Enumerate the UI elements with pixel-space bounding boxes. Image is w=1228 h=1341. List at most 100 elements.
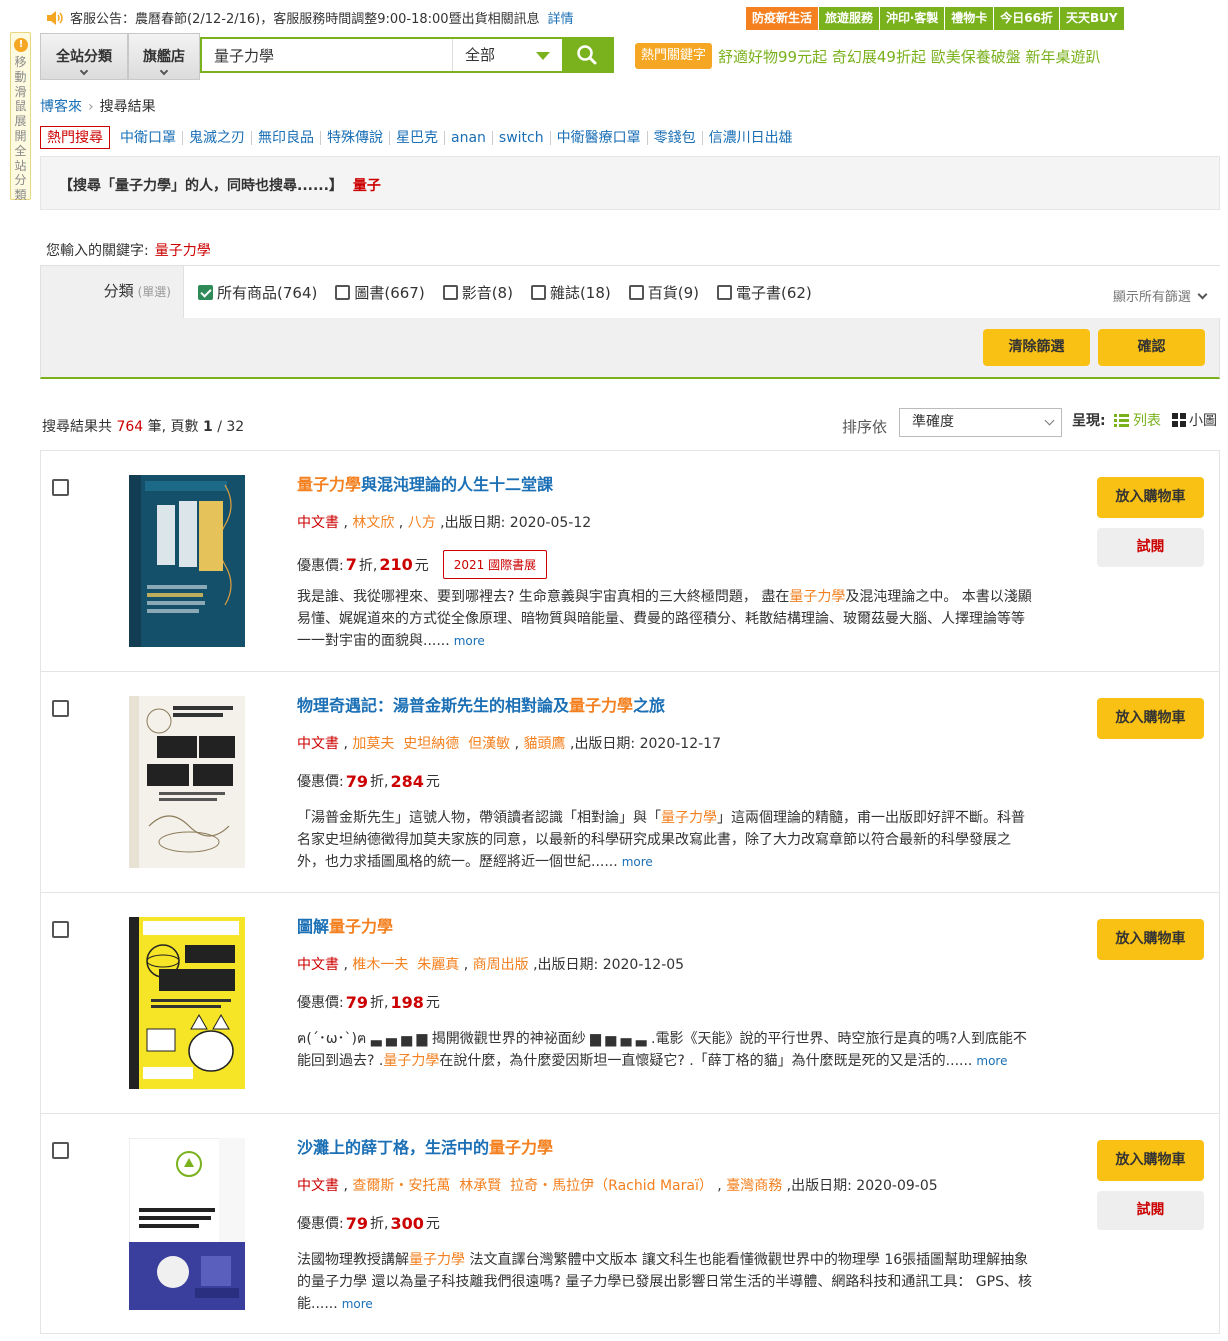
category-side-tab[interactable]: ! 移動滑鼠展開全站分類 (10, 32, 31, 202)
checkbox[interactable] (716, 284, 732, 300)
checkbox[interactable] (530, 284, 546, 300)
hot-keyword-link[interactable]: anan (445, 130, 493, 145)
book-fair-badge[interactable]: 2021 國際書展 (442, 550, 548, 579)
filter-option-ebooks[interactable]: 電子書(62) (716, 282, 812, 303)
pub-date-label: 出版日期: (537, 957, 599, 973)
hot-keyword-link[interactable]: 零錢包 (648, 130, 703, 145)
search-button[interactable] (562, 39, 612, 71)
dropdown-arrow-icon (536, 52, 550, 60)
title-rest: 與混沌理論的人生十二堂課 (361, 475, 554, 494)
price-label: 優惠價: (297, 557, 344, 574)
filter-option-goods[interactable]: 百貨(9) (628, 282, 699, 303)
checkbox[interactable] (628, 284, 644, 300)
flagship-button[interactable]: 旗艦店 (128, 32, 200, 80)
book-cover[interactable] (129, 917, 245, 1089)
hot-keyword-link[interactable]: 無印良品 (252, 130, 321, 145)
preview-button[interactable]: 試閱 (1097, 1191, 1204, 1230)
price-unit: 元 (414, 557, 429, 574)
book-author[interactable]: 查爾斯・安托萬 林承賢 拉奇・馬拉伊（Rachid Maraï） (352, 1178, 712, 1194)
sort-label: 排序依 (842, 418, 888, 436)
list-item: 物理奇遇記：湯普金斯先生的相對論及量子力學之旅 中文書 , 加莫夫 史坦納德 但… (40, 671, 1220, 892)
book-publisher[interactable]: 商周出版 (473, 957, 529, 973)
pub-date-label: 出版日期: (791, 1178, 852, 1194)
add-to-cart-button[interactable]: 放入購物車 (1097, 1140, 1204, 1181)
item-checkbox[interactable] (52, 1142, 69, 1159)
related-keyword-link[interactable]: 量子 (353, 178, 381, 194)
search-scope-select[interactable]: 全部 (452, 39, 562, 71)
book-author[interactable]: 林文欣 (352, 515, 394, 531)
filter-option-all[interactable]: 所有商品(764) (198, 282, 317, 303)
checkbox[interactable] (442, 284, 458, 300)
hot-keyword-link[interactable]: 特殊傳說 (321, 130, 390, 145)
add-to-cart-button[interactable]: 放入購物車 (1097, 698, 1204, 739)
nav-giftcard[interactable]: 禮物卡 (945, 7, 994, 30)
desc-highlight: 量子力學 (383, 1053, 440, 1069)
search-input[interactable] (202, 39, 452, 71)
item-checkbox[interactable] (52, 479, 69, 496)
book-cover[interactable] (128, 1137, 246, 1311)
hot-keyword-link[interactable]: 星巴克 (390, 130, 445, 145)
book-cover[interactable] (129, 475, 245, 647)
hot-keyword-link[interactable]: 信濃川日出雄 (703, 131, 799, 145)
view-list-button[interactable]: 列表 (1114, 410, 1161, 430)
list-item: 沙灘上的薛丁格，生活中的量子力學 中文書 , 查爾斯・安托萬 林承賢 拉奇・馬拉… (40, 1113, 1220, 1334)
breadcrumb-home[interactable]: 博客來 (40, 99, 82, 115)
nav-daily-buy[interactable]: 天天BUY (1059, 7, 1124, 30)
book-author[interactable]: 加莫夫 史坦納德 但漢敏 (352, 736, 510, 752)
price-value: 284 (390, 771, 424, 791)
flagship-label: 旗艦店 (143, 48, 185, 65)
filter-option-media[interactable]: 影音(8) (442, 282, 513, 303)
nav-today66[interactable]: 今日66折 (994, 7, 1059, 30)
chevron-down-icon (1197, 289, 1208, 300)
item-checkbox[interactable] (52, 921, 69, 938)
book-title[interactable]: 圖解量子力學 (297, 913, 393, 937)
checkbox-checked[interactable] (198, 284, 213, 300)
filter-option-books[interactable]: 圖書(667) (335, 282, 425, 303)
book-price: 優惠價: 79 折, 284 元 (297, 771, 440, 791)
book-author[interactable]: 椎木一夫 朱麗真 (352, 957, 459, 973)
pub-date: 2020-05-12 (509, 515, 592, 531)
book-title[interactable]: 沙灘上的薛丁格，生活中的量子力學 (297, 1134, 553, 1158)
filter-option-magazines[interactable]: 雜誌(18) (530, 282, 611, 303)
hot-keyword-link[interactable]: 鬼滅之刃 (183, 130, 252, 145)
show-all-filters-link[interactable]: 顯示所有篩選 (1113, 286, 1208, 305)
confirm-filter-button[interactable]: 確認 (1098, 329, 1205, 366)
hot-keyword-links[interactable]: 舒適好物99元起 奇幻展49折起 歐美保養破盤 新年桌遊趴 (718, 46, 1100, 67)
add-to-cart-button[interactable]: 放入購物車 (1097, 919, 1204, 960)
nav-travel[interactable]: 旅遊服務 (819, 7, 880, 30)
book-description: 我是誰、我從哪裡來、要到哪裡去? 生命意義與宇宙真相的三大終極問題， 盡在量子力… (297, 586, 1037, 652)
book-publisher[interactable]: 臺灣商務 (726, 1178, 782, 1194)
breadcrumb: 博客來 › 搜尋結果 (40, 96, 156, 116)
discount-unit: 折, (358, 557, 378, 574)
nav-epidemic[interactable]: 防疫新生活 (746, 7, 819, 30)
discount-unit: 折, (369, 774, 389, 790)
current-page: 1 (203, 419, 213, 435)
price-unit: 元 (425, 774, 440, 790)
clear-filter-button[interactable]: 清除篩選 (983, 329, 1090, 366)
book-title[interactable]: 物理奇遇記：湯普金斯先生的相對論及量子力學之旅 (297, 692, 665, 716)
more-link[interactable]: more (342, 1297, 373, 1311)
view-thumbnail-button[interactable]: 小圖 (1172, 410, 1217, 430)
hot-keyword-link[interactable]: 中衛醫療口罩 (551, 130, 648, 145)
hot-keyword-link[interactable]: 中衛口罩 (114, 130, 183, 145)
sort-select[interactable]: 準確度 (899, 408, 1062, 437)
book-publisher[interactable]: 八方 (408, 515, 436, 531)
more-link[interactable]: more (976, 1054, 1007, 1068)
book-publisher[interactable]: 貓頭鷹 (524, 736, 566, 752)
notice-detail-link[interactable]: 詳情 (548, 8, 574, 27)
hot-keyword-link[interactable]: switch (493, 130, 551, 145)
checkbox[interactable] (335, 284, 351, 300)
preview-button[interactable]: 試閱 (1097, 528, 1204, 567)
book-title[interactable]: 量子力學與混沌理論的人生十二堂課 (297, 471, 553, 495)
add-to-cart-button[interactable]: 放入購物車 (1097, 477, 1204, 518)
book-cover[interactable] (129, 696, 245, 868)
more-link[interactable]: more (454, 634, 485, 648)
more-link[interactable]: more (622, 855, 653, 869)
filter-option-label: 影音(8) (461, 283, 513, 302)
nav-print[interactable]: 沖印‧客製 (880, 7, 945, 30)
all-categories-button[interactable]: 全站分類 (40, 32, 128, 80)
item-checkbox[interactable] (52, 700, 69, 717)
results-bar: 搜尋結果共 764 筆, 頁數 1 / 32 排序依 準確度 呈現: 列表 小圖 (40, 406, 1220, 442)
title-prefix: 沙灘上的薛丁格，生活中的 (297, 1138, 490, 1157)
title-rest: 之旅 (633, 696, 666, 715)
